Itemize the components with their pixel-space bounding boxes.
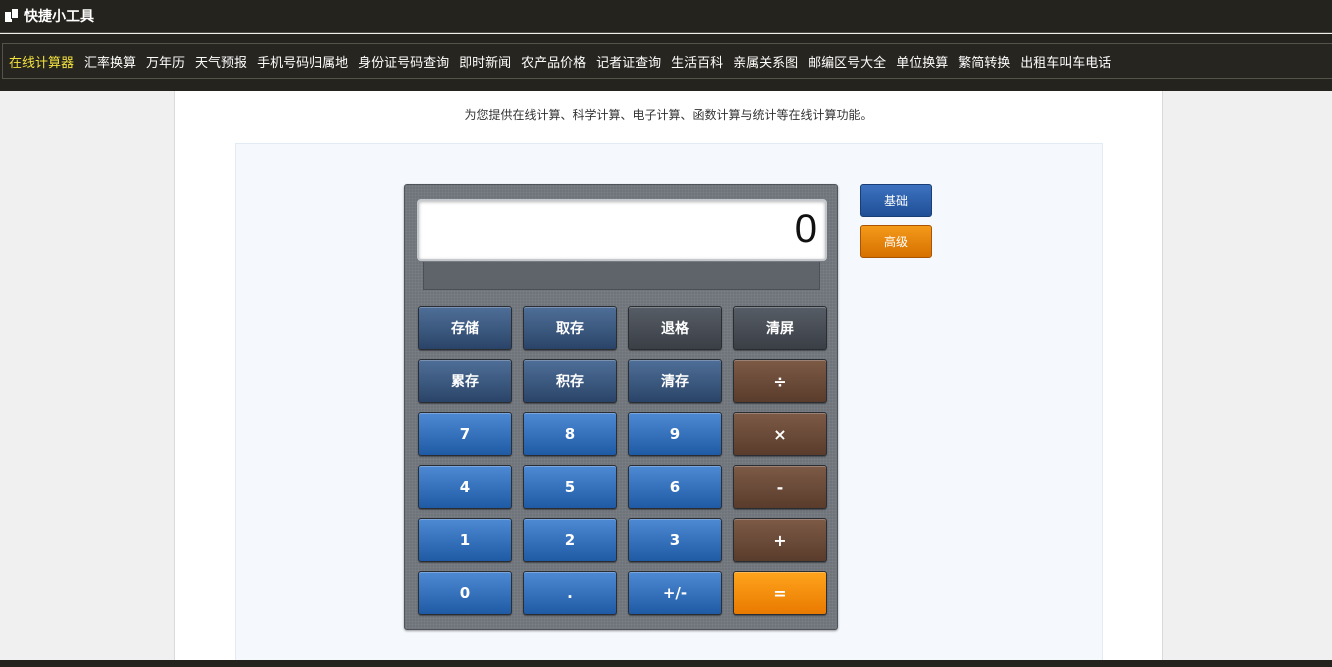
calculator: 0 存储 取存 退格 清屏 累存 积存 清存 ÷ 7 8 9 × 4 5 6 -… bbox=[404, 184, 838, 630]
basic-mode-button[interactable]: 基础 bbox=[860, 184, 932, 217]
memory-clear-button[interactable]: 清存 bbox=[628, 359, 722, 403]
digit-2-button[interactable]: 2 bbox=[523, 518, 617, 562]
memory-multiply-button[interactable]: 积存 bbox=[523, 359, 617, 403]
multiply-button[interactable]: × bbox=[733, 412, 827, 456]
intro-text: 为您提供在线计算、科学计算、电子计算、函数计算与统计等在线计算功能。 bbox=[464, 108, 873, 122]
content-column: 为您提供在线计算、科学计算、电子计算、函数计算与统计等在线计算功能。 0 存储 … bbox=[174, 91, 1163, 667]
nav-item-postcode[interactable]: 邮编区号大全 bbox=[808, 52, 886, 71]
negate-button[interactable]: +/- bbox=[628, 571, 722, 615]
decimal-point-button[interactable]: . bbox=[523, 571, 617, 615]
memory-add-button[interactable]: 累存 bbox=[418, 359, 512, 403]
equals-button[interactable]: = bbox=[733, 571, 827, 615]
nav-item-calendar[interactable]: 万年历 bbox=[146, 52, 185, 71]
brand[interactable]: 快捷小工具 bbox=[5, 6, 94, 26]
digit-8-button[interactable]: 8 bbox=[523, 412, 617, 456]
digit-3-button[interactable]: 3 bbox=[628, 518, 722, 562]
nav-item-kinship-chart[interactable]: 亲属关系图 bbox=[733, 52, 798, 71]
nav-item-life-wiki[interactable]: 生活百科 bbox=[671, 52, 723, 71]
nav-item-press-card[interactable]: 记者证查询 bbox=[596, 52, 661, 71]
bottom-bar bbox=[0, 660, 1332, 667]
pages-icon bbox=[5, 9, 19, 23]
nav-item-phone-location[interactable]: 手机号码归属地 bbox=[257, 52, 348, 71]
digit-1-button[interactable]: 1 bbox=[418, 518, 512, 562]
nav-item-farm-prices[interactable]: 农产品价格 bbox=[521, 52, 586, 71]
nav-item-exchange-rate[interactable]: 汇率换算 bbox=[84, 52, 136, 71]
memory-recall-button[interactable]: 取存 bbox=[523, 306, 617, 350]
memory-store-button[interactable]: 存储 bbox=[418, 306, 512, 350]
nav-wrapper: 在线计算器 汇率换算 万年历 天气预报 手机号码归属地 身份证号码查询 即时新闻… bbox=[0, 34, 1332, 91]
digit-6-button[interactable]: 6 bbox=[628, 465, 722, 509]
digit-0-button[interactable]: 0 bbox=[418, 571, 512, 615]
calculator-display: 0 bbox=[417, 199, 827, 261]
nav-item-unit-conversion[interactable]: 单位换算 bbox=[896, 52, 948, 71]
display-value: 0 bbox=[794, 207, 817, 251]
nav-item-calculator[interactable]: 在线计算器 bbox=[9, 52, 74, 71]
digit-4-button[interactable]: 4 bbox=[418, 465, 512, 509]
main-nav: 在线计算器 汇率换算 万年历 天气预报 手机号码归属地 身份证号码查询 即时新闻… bbox=[2, 43, 1332, 79]
top-header: 快捷小工具 bbox=[0, 0, 1332, 33]
calculator-area: 0 存储 取存 退格 清屏 累存 积存 清存 ÷ 7 8 9 × 4 5 6 -… bbox=[235, 143, 1103, 667]
digit-9-button[interactable]: 9 bbox=[628, 412, 722, 456]
plus-button[interactable]: + bbox=[733, 518, 827, 562]
digit-5-button[interactable]: 5 bbox=[523, 465, 617, 509]
nav-item-weather[interactable]: 天气预报 bbox=[195, 52, 247, 71]
nav-item-news[interactable]: 即时新闻 bbox=[459, 52, 511, 71]
divide-button[interactable]: ÷ bbox=[733, 359, 827, 403]
nav-item-taxi-phone[interactable]: 出租车叫车电话 bbox=[1020, 52, 1111, 71]
brand-title: 快捷小工具 bbox=[24, 9, 94, 25]
backspace-button[interactable]: 退格 bbox=[628, 306, 722, 350]
nav-item-simplified-traditional[interactable]: 繁简转换 bbox=[958, 52, 1010, 71]
advanced-mode-button[interactable]: 高级 bbox=[860, 225, 932, 258]
digit-7-button[interactable]: 7 bbox=[418, 412, 512, 456]
minus-button[interactable]: - bbox=[733, 465, 827, 509]
memory-display bbox=[423, 262, 820, 290]
nav-item-id-lookup[interactable]: 身份证号码查询 bbox=[358, 52, 449, 71]
clear-screen-button[interactable]: 清屏 bbox=[733, 306, 827, 350]
